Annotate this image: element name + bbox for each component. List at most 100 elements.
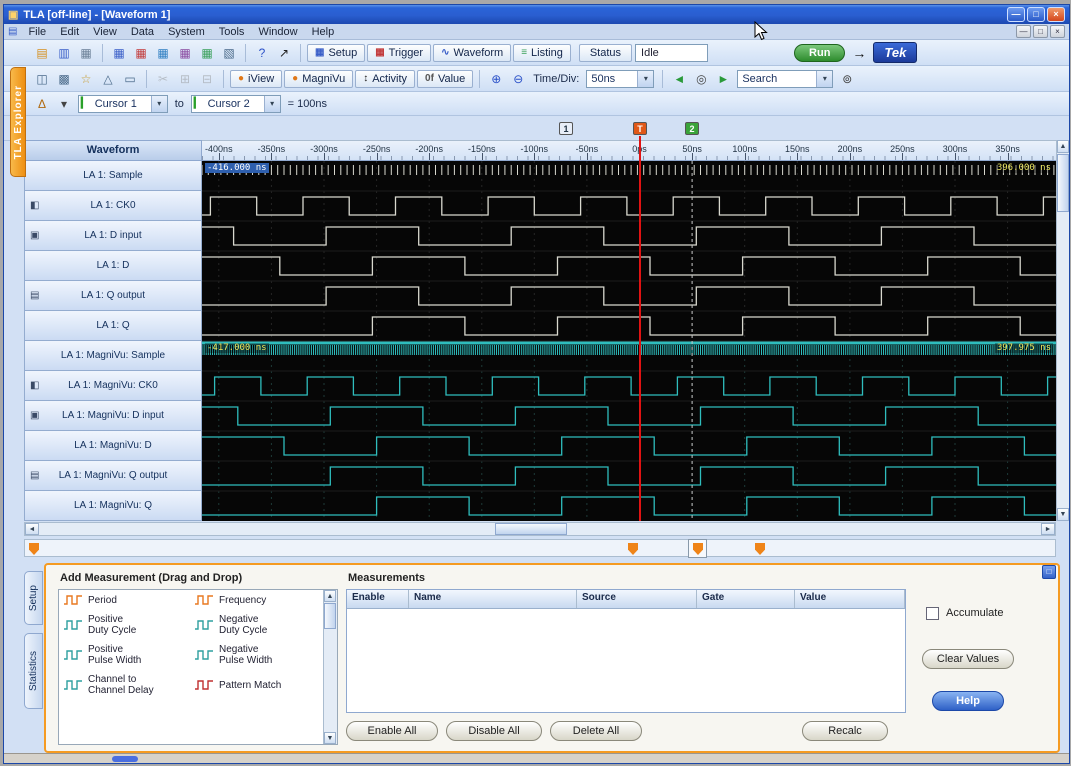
scroll-left-button[interactable]: ◄ (25, 523, 39, 535)
help-icon[interactable]: ? (252, 44, 272, 62)
clear-values-button[interactable]: Clear Values (922, 649, 1014, 669)
cursor2-combo[interactable]: ▎Cursor 2▾ (191, 95, 281, 113)
waveform-canvas[interactable] (202, 161, 1056, 521)
delta-dropdown-icon[interactable]: ▾ (54, 95, 74, 113)
measurements-table-body[interactable] (347, 609, 905, 713)
delete-all-button[interactable]: Delete All (550, 721, 642, 741)
measurement-period[interactable]: Period (63, 594, 190, 606)
scroll-up-button[interactable]: ▲ (1057, 140, 1069, 153)
child-restore-button[interactable]: □ (1033, 25, 1048, 38)
source-window-icon[interactable]: ▦ (197, 44, 217, 62)
minimize-button[interactable]: — (1007, 7, 1025, 22)
enable-all-button[interactable]: Enable All (346, 721, 438, 741)
iview-button[interactable]: ●iView (230, 70, 282, 88)
column-header-gate[interactable]: Gate (697, 590, 795, 608)
tla-explorer-tab[interactable]: TLA Explorer (10, 67, 26, 177)
zoom-in-icon[interactable]: ⊕ (486, 70, 506, 88)
value-button[interactable]: 0fValue (417, 70, 473, 88)
accumulate-checkbox[interactable] (926, 607, 939, 620)
channel-la1-magnivu-ck0[interactable]: ◧LA 1: MagniVu: CK0 (24, 371, 202, 401)
tab-statistics[interactable]: Statistics (24, 633, 43, 709)
chevron-down-icon[interactable]: ▾ (816, 71, 832, 87)
horizontal-scroll-thumb[interactable] (495, 523, 567, 535)
help-button[interactable]: Help (932, 691, 1004, 711)
snapshot-icon[interactable]: △ (98, 70, 118, 88)
list-scroll-up-button[interactable]: ▲ (324, 590, 336, 602)
search-next-icon[interactable]: ► (713, 70, 733, 88)
channel-la1-magnivu-d[interactable]: LA 1: MagniVu: D (24, 431, 202, 461)
vertical-scroll-thumb[interactable] (1057, 154, 1069, 212)
recalc-button[interactable]: Recalc (802, 721, 888, 741)
tile-windows-icon[interactable]: ◫ (32, 70, 52, 88)
run-system-icon[interactable]: ↗ (274, 44, 294, 62)
cursor-flag[interactable] (755, 543, 765, 555)
menu-item-data[interactable]: Data (124, 25, 161, 39)
run-button[interactable]: Run (794, 44, 845, 62)
waveform-window-icon[interactable]: ▦ (153, 44, 173, 62)
vertical-scrollbar[interactable]: ▲ ▼ (1056, 140, 1069, 521)
list-scroll-thumb[interactable] (324, 603, 336, 629)
measurement-positive-duty-cycle[interactable]: PositiveDuty Cycle (63, 614, 190, 636)
column-header-enable[interactable]: Enable (347, 590, 409, 608)
column-header-name[interactable]: Name (409, 590, 577, 608)
measurement-channel-to-channel[interactable]: Channel toChannel Delay (63, 674, 190, 696)
close-button[interactable]: × (1047, 7, 1065, 22)
timeline-marker-t[interactable]: T (633, 122, 647, 135)
channel-la1-q[interactable]: LA 1: Q (24, 311, 202, 341)
search-prev-icon[interactable]: ◄ (669, 70, 689, 88)
measurement-frequency[interactable]: Frequency (194, 594, 321, 606)
menu-item-system[interactable]: System (161, 25, 212, 39)
find-icon[interactable]: ◎ (691, 70, 711, 88)
measurement-positive-pulse-width[interactable]: PositivePulse Width (63, 644, 190, 666)
cursor-flag[interactable] (628, 543, 638, 555)
trigger-window-icon[interactable]: ▦ (131, 44, 151, 62)
trigger-button[interactable]: ▦Trigger (367, 44, 431, 62)
timeline-marker-1[interactable]: 1 (559, 122, 573, 135)
waveform-button[interactable]: ∿Waveform (433, 44, 511, 62)
listing-button[interactable]: ≡Listing (513, 44, 571, 62)
channel-la1-d-input[interactable]: ▣LA 1: D input (24, 221, 202, 251)
channel-la1-ck0[interactable]: ◧LA 1: CK0 (24, 191, 202, 221)
panel-expand-button[interactable]: □ (1042, 565, 1056, 579)
horizontal-scrollbar[interactable]: ◄ ► (24, 522, 1056, 536)
cursor-flag[interactable] (29, 543, 39, 555)
print-icon[interactable]: ▦ (76, 44, 96, 62)
search-options-icon[interactable]: ⊚ (837, 70, 857, 88)
save-icon[interactable]: ▥ (54, 44, 74, 62)
open-file-icon[interactable]: ▤ (32, 44, 52, 62)
measurement-negative-duty-cycle[interactable]: NegativeDuty Cycle (194, 614, 321, 636)
timediv-combo[interactable]: 50ns▾ (586, 70, 654, 88)
search-combo[interactable]: Search▾ (737, 70, 833, 88)
waveform-column-header[interactable]: Waveform (24, 140, 202, 161)
menu-item-edit[interactable]: Edit (53, 25, 86, 39)
menu-item-tools[interactable]: Tools (212, 25, 252, 39)
menu-item-view[interactable]: View (86, 25, 124, 39)
chevron-down-icon[interactable]: ▾ (264, 96, 280, 112)
timeline-marker-2[interactable]: 2 (685, 122, 699, 135)
properties-icon[interactable]: ▭ (120, 70, 140, 88)
channel-la1-sample[interactable]: LA 1: Sample (24, 161, 202, 191)
activity-button[interactable]: ↕Activity (355, 70, 415, 88)
title-bar[interactable]: ▣ TLA [off-line] - [Waveform 1] — □ × (4, 5, 1069, 24)
maximize-button[interactable]: □ (1027, 7, 1045, 22)
waveform-plot[interactable]: -416.000 ns396.000 ns-417.000 ns397.975 … (202, 161, 1056, 521)
scroll-down-button[interactable]: ▼ (1057, 508, 1069, 521)
measurement-pattern-match[interactable]: Pattern Match (194, 674, 321, 696)
child-close-button[interactable]: × (1050, 25, 1065, 38)
channel-la1-q-output[interactable]: ▤LA 1: Q output (24, 281, 202, 311)
module-icon[interactable]: ▩ (54, 70, 74, 88)
time-ruler[interactable]: -400ns-350ns-300ns-250ns-200ns-150ns-100… (202, 140, 1056, 161)
zoom-out-icon[interactable]: ⊖ (508, 70, 528, 88)
trigger-cursor-line[interactable] (639, 136, 641, 521)
scroll-right-button[interactable]: ► (1041, 523, 1055, 535)
channel-la1-d[interactable]: LA 1: D (24, 251, 202, 281)
timeline-marker-strip[interactable]: 1 T 2 (4, 116, 1069, 141)
column-header-source[interactable]: Source (577, 590, 697, 608)
chevron-down-icon[interactable]: ▾ (637, 71, 653, 87)
magnivu-button[interactable]: ●MagniVu (284, 70, 353, 88)
tab-setup[interactable]: Setup (24, 571, 43, 625)
favorites-icon[interactable]: ☆ (76, 70, 96, 88)
setup-button[interactable]: ▦Setup (307, 44, 365, 62)
cursor-marker-strip[interactable] (4, 537, 1069, 561)
menu-item-window[interactable]: Window (251, 25, 304, 39)
